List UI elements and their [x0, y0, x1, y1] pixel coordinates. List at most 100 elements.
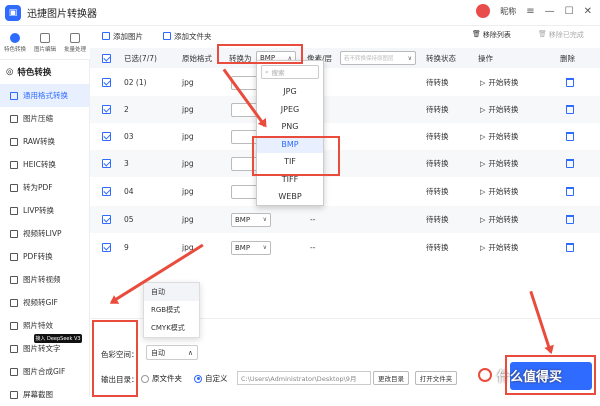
trash-icon — [566, 78, 574, 87]
tab-image-edit[interactable]: 图片编辑 — [30, 26, 60, 59]
table-row[interactable]: 2 jpg 待转换 ▷ 开始转换 — [90, 96, 600, 123]
row-checkbox[interactable] — [102, 150, 111, 177]
sidebar-item-compress[interactable]: 图片压缩 — [0, 107, 89, 130]
remove-done-button[interactable]: 🗑 移除已完成 — [538, 30, 584, 40]
sidebar-item-screenshot[interactable]: 屏幕截图 — [0, 383, 89, 406]
chevron-up-icon: ∧ — [187, 348, 193, 357]
output-path-input[interactable]: C:\Users\Administrator\Desktop\9月 — [237, 371, 371, 385]
sidebar-item-heic[interactable]: HEIC转换 — [0, 153, 89, 176]
pixel-layer-select[interactable]: 若不转换保持原图层 ∨ — [340, 48, 416, 68]
sidebar-item-raw[interactable]: RAW转换 — [0, 130, 89, 153]
sidebar-item-to-pdf[interactable]: 转为PDF — [0, 176, 89, 199]
add-folder-icon — [163, 32, 171, 40]
open-folder-button[interactable]: 打开文件夹 — [415, 371, 457, 385]
table-row[interactable]: 02 (1) jpg 待转换 ▷ 开始转换 — [90, 69, 600, 96]
avatar[interactable] — [476, 4, 491, 18]
row-checkbox[interactable] — [102, 206, 111, 233]
effects-icon — [10, 321, 18, 330]
row-delete-button[interactable] — [566, 150, 574, 177]
row-name: 04 — [124, 187, 134, 196]
row-status: 待转换 — [426, 78, 449, 87]
row-checkbox[interactable] — [102, 96, 111, 123]
table-row[interactable]: 3 jpg 待转换 ▷ 开始转换 — [90, 150, 600, 177]
row-checkbox[interactable] — [102, 234, 111, 261]
row-start-button[interactable]: ▷ 开始转换 — [480, 123, 518, 150]
format-option[interactable]: JPG — [257, 83, 323, 101]
table-row[interactable]: 04 jpg 待转换 ▷ 开始转换 — [90, 178, 600, 205]
color-space-option[interactable]: 自动 — [144, 283, 199, 301]
row-delete-button[interactable] — [566, 234, 574, 261]
maximize-icon[interactable]: ☐ — [565, 6, 574, 17]
row-checkbox[interactable] — [102, 69, 111, 96]
add-folder-button[interactable]: 添加文件夹 — [163, 31, 212, 42]
row-delete-button[interactable] — [566, 69, 574, 96]
special-convert-icon — [10, 32, 20, 43]
format-option[interactable]: JPEG — [257, 101, 323, 119]
sidebar-item-format-convert[interactable]: 通用格式转换 — [0, 84, 89, 107]
row-extra: -- — [310, 243, 316, 252]
row-target-select[interactable]: BMP ∨ — [231, 234, 271, 261]
select-all-checkbox[interactable] — [102, 48, 111, 68]
row-delete-button[interactable] — [566, 178, 574, 205]
tab-special-convert[interactable]: 特色转换 — [0, 26, 30, 59]
radio-label: 原文件夹 — [152, 374, 182, 383]
row-start-button[interactable]: ▷ 开始转换 — [480, 178, 518, 205]
header-selected: 已选(7/7) — [124, 53, 157, 63]
trash-icon — [566, 187, 574, 196]
play-icon: ▷ — [480, 243, 486, 252]
app-logo-icon: ▣ — [5, 4, 21, 21]
row-format: jpg — [182, 215, 194, 224]
tab-label: 批量处理 — [63, 46, 86, 53]
row-target: BMP — [235, 215, 251, 224]
menu-icon[interactable]: ≡ — [526, 6, 534, 17]
close-icon[interactable]: ✕ — [584, 6, 592, 17]
row-status: 待转换 — [426, 159, 449, 168]
image-icon — [10, 91, 18, 100]
format-option[interactable]: WEBP — [257, 188, 323, 206]
add-image-icon — [102, 32, 110, 40]
radio-custom-folder[interactable]: 自定义 — [194, 373, 228, 384]
sidebar-item-label: 图片合成GIF — [23, 367, 66, 376]
toolbar: 添加图片 添加文件夹 🗑 移除列表 🗑 移除已完成 — [90, 26, 600, 46]
color-space-option[interactable]: CMYK模式 — [144, 319, 199, 337]
username[interactable]: 昵称 — [500, 6, 516, 17]
table-row[interactable]: 9 jpg BMP ∨ -- 待转换 ▷ 开始转换 — [90, 234, 600, 261]
row-checkbox[interactable] — [102, 123, 111, 150]
add-image-button[interactable]: 添加图片 — [102, 31, 143, 42]
format-search-input[interactable]: ⌕ 搜索 — [261, 65, 319, 79]
tab-batch[interactable]: 批量处理 — [60, 26, 90, 59]
sidebar-item-image-video[interactable]: 图片转视频 — [0, 268, 89, 291]
row-status: 待转换 — [426, 215, 449, 224]
row-start-button[interactable]: ▷ 开始转换 — [480, 206, 518, 233]
sidebar-item-merge-gif[interactable]: 图片合成GIF — [0, 360, 89, 383]
format-dropdown: ⌕ 搜索 JPG JPEG PNG BMP TIF TIFF WEBP — [256, 60, 324, 206]
row-delete-button[interactable] — [566, 206, 574, 233]
special-icon: ◎ — [6, 67, 14, 77]
table-row[interactable]: 05 jpg BMP ∨ -- 待转换 ▷ 开始转换 — [90, 206, 600, 233]
add-image-label: 添加图片 — [113, 31, 143, 41]
change-dir-button[interactable]: 更改目录 — [373, 371, 409, 385]
row-target-select[interactable]: BMP ∨ — [231, 206, 271, 233]
row-action-label: 开始转换 — [488, 159, 519, 168]
clear-list-button[interactable]: 🗑 移除列表 — [472, 30, 511, 40]
row-delete-button[interactable] — [566, 96, 574, 123]
title-bar: ▣ 迅捷图片转换器 昵称 ≡ — ☐ ✕ — [0, 0, 600, 26]
color-space-select[interactable]: 自动 ∧ — [146, 345, 198, 360]
row-start-button[interactable]: ▷ 开始转换 — [480, 234, 518, 261]
minimize-icon[interactable]: — — [545, 6, 555, 17]
sidebar-item-video-livp[interactable]: 视频转LIVP — [0, 222, 89, 245]
tab-label: 图片编辑 — [33, 46, 56, 53]
sidebar-item-pdf-convert[interactable]: PDF转换 — [0, 245, 89, 268]
sidebar-item-livp[interactable]: LIVP转换 — [0, 199, 89, 222]
row-checkbox[interactable] — [102, 178, 111, 205]
pdf-icon — [10, 183, 18, 192]
sidebar-item-video-gif[interactable]: 视频转GIF — [0, 291, 89, 314]
row-name: 9 — [124, 243, 129, 252]
color-space-option[interactable]: RGB模式 — [144, 301, 199, 319]
row-start-button[interactable]: ▷ 开始转换 — [480, 150, 518, 177]
radio-original-folder[interactable]: 原文件夹 — [141, 373, 182, 384]
row-delete-button[interactable] — [566, 123, 574, 150]
row-start-button[interactable]: ▷ 开始转换 — [480, 69, 518, 96]
row-start-button[interactable]: ▷ 开始转换 — [480, 96, 518, 123]
table-row[interactable]: 03 jpg 待转换 ▷ 开始转换 — [90, 123, 600, 150]
